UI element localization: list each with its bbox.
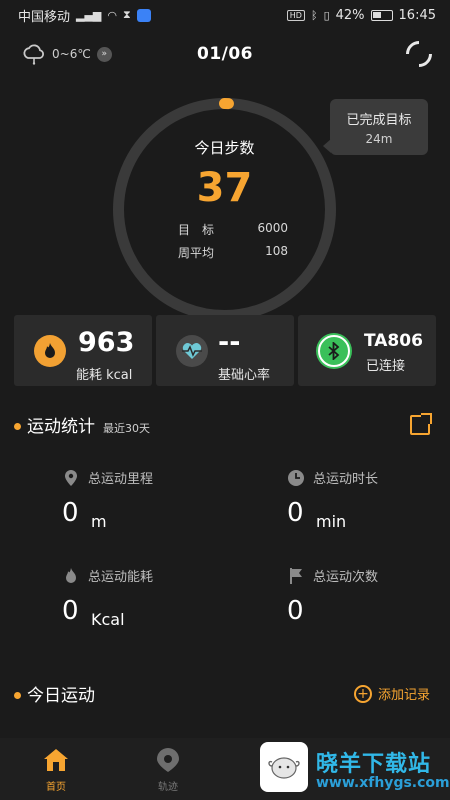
energy-label: 能耗 kcal [76,368,133,383]
status-left: 中国移动 ▂▄▆ ◠ ⧗ [18,6,151,25]
steps-target-value: 6000 [257,221,288,235]
export-icon[interactable] [410,412,432,435]
stat-total-distance-value: 0 [62,498,79,528]
battery-percent: 42% [335,7,365,23]
steps-target-row: 目 标 6000 [178,221,288,238]
stat-total-energy-label: 总运动能耗 [88,570,154,585]
stats-section-title-text: 运动统计 [27,417,95,437]
device-name: TA806 [364,331,423,351]
stat-total-energy: 总运动能耗 0 Kcal [62,566,262,636]
heart-rate-value: -- [218,327,241,358]
watermark-url: www.xfhygs.com [316,775,450,791]
home-icon [42,746,70,774]
stat-total-distance-unit: m [91,512,107,531]
watermark-sheep-logo [260,742,308,792]
weather-widget[interactable]: 0~6℃ » [22,43,112,65]
stat-total-duration-unit: min [316,512,347,531]
stat-total-energy-value: 0 [62,596,79,626]
today-section-header: 今日运动 + 添加记录 [14,681,436,706]
nav-home-label: 首页 [46,782,66,793]
steps-ring-content: 今日步数 37 目 标 6000 周平均 108 [112,97,337,322]
today-section-title-group: 今日运动 [14,681,95,706]
energy-value: 963 [78,327,135,358]
date-label: 01/06 [196,44,254,64]
flame-icon [62,567,80,585]
goal-bubble-title: 已完成目标 [346,113,412,128]
accent-dot [14,423,21,430]
battery-icon [370,9,393,21]
bluetooth-icon [318,335,350,367]
stats-section-subtitle: 最近30天 [103,422,150,435]
watermark: 晓羊下载站 www.xfhygs.com [260,742,450,800]
heart-rate-icon [176,335,208,367]
nav-item-home[interactable]: 首页 [0,738,112,800]
steps-value: 37 [196,165,253,211]
energy-card[interactable]: 963 能耗 kcal [14,315,152,386]
track-icon [154,746,182,774]
goal-completed-bubble: 已完成目标 24m [323,99,428,155]
bluetooth-status-icon: ᛒ [310,8,318,22]
steps-weekly-avg-row: 周平均 108 [178,244,288,261]
location-pin-icon [62,469,80,487]
steps-weekly-avg-label: 周平均 [178,246,215,260]
goal-bubble-value: 24m [365,132,393,146]
today-section-title: 今日运动 [14,681,95,706]
vibrate-icon: ▯ [323,8,330,22]
flag-icon [287,567,305,585]
stat-total-count-header: 总运动次数 [287,566,378,585]
stat-total-distance-label: 总运动里程 [88,472,154,487]
stat-total-count: 总运动次数 0 [287,566,450,636]
stat-total-duration-label: 总运动时长 [313,472,379,487]
heart-rate-label: 基础心率 [218,368,271,383]
stat-total-duration: 总运动时长 0 min [287,468,450,538]
status-bar: 中国移动 ▂▄▆ ◠ ⧗ HD ᛒ ▯ 42% 16:45 [0,0,450,30]
stat-total-distance: 总运动里程 0 m [62,468,262,538]
clock: 16:45 [398,7,436,23]
carrier-name: 中国移动 [18,9,71,25]
weather-range: 0~6℃ [52,47,91,61]
hourglass-icon: ⧗ [123,8,131,21]
steps-title: 今日步数 [194,139,255,157]
chevron-right-icon[interactable]: » [96,46,112,62]
stat-total-energy-unit: Kcal [91,610,125,629]
wifi-icon: ◠ [107,8,118,22]
cloud-icon [23,44,44,65]
nav-item-track[interactable]: 轨迹 [112,738,224,800]
stat-total-count-label: 总运动次数 [313,570,379,585]
signal-icon: ▂▄▆ [76,8,102,22]
stats-section-title: 运动统计 [14,412,95,437]
stat-total-energy-header: 总运动能耗 [62,566,153,585]
steps-target-label: 目 标 [178,223,215,237]
device-status: 已连接 [366,359,406,374]
nav-track-label: 轨迹 [158,782,178,793]
stats-section-title-group: 运动统计 最近30天 [14,412,150,437]
clock-icon [287,469,305,487]
add-record-label: 添加记录 [377,688,430,703]
steps-weekly-avg-value: 108 [265,244,288,258]
header: 0~6℃ » 01/06 [0,35,450,73]
accent-dot [14,692,21,699]
steps-ring[interactable]: 今日步数 37 目 标 6000 周平均 108 [112,97,337,322]
stats-section-header: 运动统计 最近30天 [14,412,436,437]
stat-total-duration-value: 0 [287,498,304,528]
today-section-title-text: 今日运动 [27,686,95,706]
device-card[interactable]: TA806 已连接 [298,315,436,386]
status-right: HD ᛒ ▯ 42% 16:45 [286,7,436,23]
stat-total-duration-header: 总运动时长 [287,468,378,487]
sync-icon[interactable] [400,35,438,73]
heart-rate-card[interactable]: -- 基础心率 [156,315,294,386]
stat-total-count-value: 0 [287,596,304,626]
summary-cards: 963 能耗 kcal -- 基础心率 TA806 已连接 [14,315,436,386]
hd-icon: HD [286,9,305,21]
add-record-button[interactable]: + 添加记录 [353,684,430,703]
plus-circle-icon: + [353,684,372,703]
fire-icon [34,335,66,367]
notification-app-icon [136,8,151,22]
stat-total-distance-header: 总运动里程 [62,468,153,487]
watermark-title: 晓羊下载站 [316,752,432,777]
